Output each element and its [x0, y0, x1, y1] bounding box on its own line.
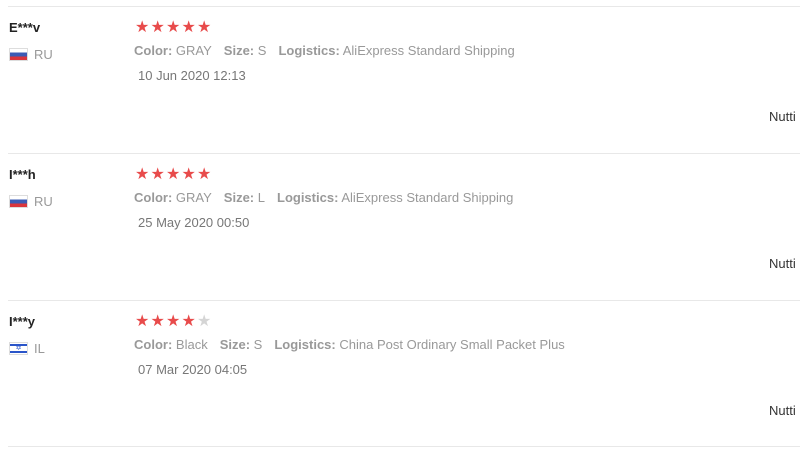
star-filled-icon: ★ [181, 19, 196, 36]
color-label: Color: [134, 337, 173, 352]
star-rating: ★ ★ ★ ★ ★ [135, 313, 213, 331]
reviewer-name: E***v [9, 20, 41, 35]
color-label: Color: [134, 43, 173, 58]
reviewer-country: ✡ IL [9, 340, 45, 356]
review-right-text: Nutti [769, 109, 796, 124]
review-meta: Color: Black Size: S Logistics: China Post… [134, 337, 565, 352]
star-filled-icon: ★ [150, 19, 165, 36]
reviewer-name: I***h [9, 167, 36, 182]
star-filled-icon: ★ [181, 166, 196, 183]
country-code: RU [34, 193, 53, 209]
color-value: Black [175, 337, 208, 352]
country-code: IL [34, 340, 45, 356]
size-label: Size: [223, 190, 255, 205]
color-value: GRAY [175, 190, 212, 205]
review-item: I***y ✡ IL ★ ★ ★ ★ ★ Color: Black Size: S Logi… [0, 300, 800, 447]
logistics-label: Logistics: [274, 337, 336, 352]
review-meta: Color: GRAY Size: L Logistics: AliExpress … [134, 190, 513, 205]
logistics-value: AliExpress Standard Shipping [342, 43, 515, 58]
star-filled-icon: ★ [166, 313, 181, 330]
review-item: E***v RU ★ ★ ★ ★ ★ Color: GRAY Size: S Logisti… [0, 6, 800, 153]
review-date: 25 May 2020 00:50 [138, 215, 250, 230]
star-filled-icon: ★ [135, 166, 150, 183]
star-rating: ★ ★ ★ ★ ★ [135, 19, 213, 37]
size-value: L [257, 190, 265, 205]
size-value: S [253, 337, 263, 352]
color-label: Color: [134, 190, 173, 205]
logistics-label: Logistics: [277, 190, 339, 205]
star-filled-icon: ★ [135, 313, 150, 330]
star-empty-icon: ★ [197, 313, 212, 330]
size-label: Size: [223, 43, 255, 58]
star-filled-icon: ★ [181, 313, 196, 330]
logistics-value: China Post Ordinary Small Packet Plus [339, 337, 565, 352]
star-filled-icon: ★ [150, 166, 165, 183]
star-filled-icon: ★ [166, 19, 181, 36]
star-filled-icon: ★ [197, 19, 212, 36]
size-label: Size: [219, 337, 251, 352]
star-filled-icon: ★ [197, 166, 212, 183]
ru-flag-icon [9, 194, 28, 208]
review-date: 10 Jun 2020 12:13 [138, 68, 246, 83]
star-filled-icon: ★ [166, 166, 181, 183]
reviewer-country: RU [9, 193, 53, 209]
star-rating: ★ ★ ★ ★ ★ [135, 166, 213, 184]
country-code: RU [34, 46, 53, 62]
size-value: S [257, 43, 267, 58]
logistics-label: Logistics: [278, 43, 340, 58]
reviewer-name: I***y [9, 314, 36, 329]
review-date: 07 Mar 2020 04:05 [138, 362, 248, 377]
logistics-value: AliExpress Standard Shipping [341, 190, 514, 205]
review-item: I***h RU ★ ★ ★ ★ ★ Color: GRAY Size: L Logisti… [0, 153, 800, 300]
review-right-text: Nutti [769, 256, 796, 271]
star-filled-icon: ★ [150, 313, 165, 330]
ru-flag-icon [9, 47, 28, 61]
color-value: GRAY [175, 43, 212, 58]
divider-bottom [8, 446, 800, 447]
review-right-text: Nutti [769, 403, 796, 418]
star-filled-icon: ★ [135, 19, 150, 36]
review-meta: Color: GRAY Size: S Logistics: AliExpress … [134, 43, 515, 58]
il-flag-icon: ✡ [9, 341, 28, 355]
reviewer-country: RU [9, 46, 53, 62]
